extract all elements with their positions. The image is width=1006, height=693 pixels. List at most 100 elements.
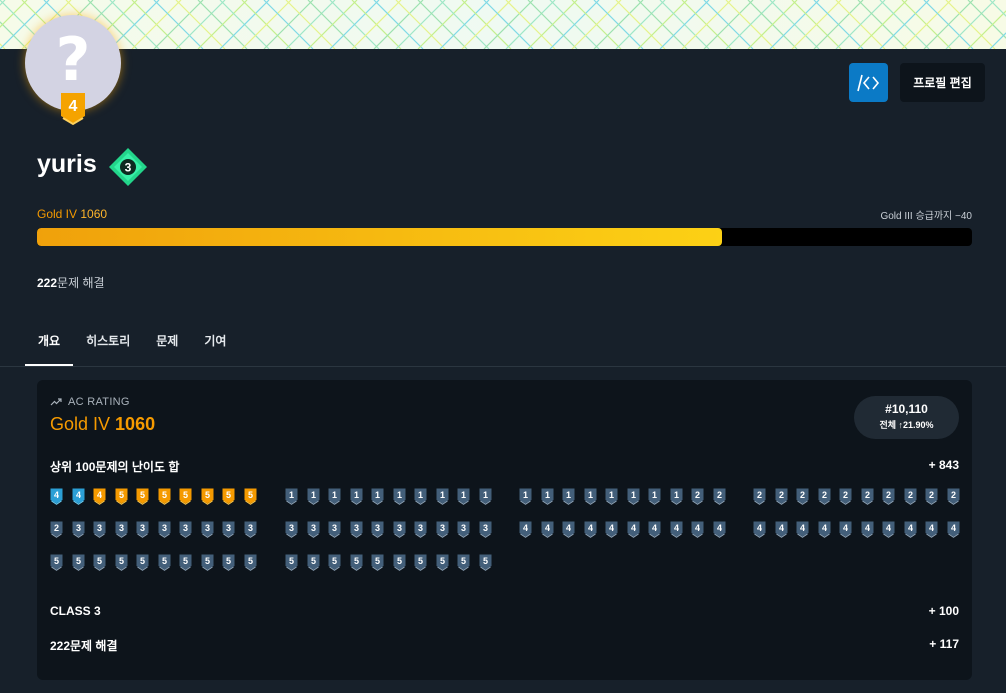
problem-tier-icon[interactable]: 1	[350, 488, 363, 505]
problem-tier-icon[interactable]: 5	[50, 554, 63, 571]
problem-tier-icon[interactable]: 1	[436, 488, 449, 505]
problem-tier-icon[interactable]: 3	[136, 521, 149, 538]
problem-tier-icon[interactable]: 4	[519, 521, 532, 538]
problem-tier-icon[interactable]: 2	[50, 521, 63, 538]
problem-tier-icon[interactable]: 1	[328, 488, 341, 505]
problem-tier-icon[interactable]: 2	[713, 488, 726, 505]
problem-tier-icon[interactable]: 5	[72, 554, 85, 571]
problem-tier-icon[interactable]: 1	[562, 488, 575, 505]
problem-tier-icon[interactable]: 3	[93, 521, 106, 538]
problem-tier-icon[interactable]: 5	[179, 488, 192, 505]
problem-tier-icon[interactable]: 3	[115, 521, 128, 538]
problem-tier-icon[interactable]: 1	[457, 488, 470, 505]
problem-tier-icon[interactable]: 5	[93, 554, 106, 571]
problem-tier-icon[interactable]: 3	[158, 521, 171, 538]
problem-tier-icon[interactable]: 5	[222, 488, 235, 505]
problem-tier-icon[interactable]: 5	[136, 554, 149, 571]
problem-tier-icon[interactable]: 5	[115, 554, 128, 571]
problem-tier-icon[interactable]: 3	[307, 521, 320, 538]
problem-tier-icon[interactable]: 3	[371, 521, 384, 538]
problem-tier-icon[interactable]: 4	[713, 521, 726, 538]
problem-tier-icon[interactable]: 3	[479, 521, 492, 538]
problem-tier-icon[interactable]: 4	[796, 521, 809, 538]
problem-tier-icon[interactable]: 4	[627, 521, 640, 538]
problem-tier-icon[interactable]: 1	[414, 488, 427, 505]
problem-tier-icon[interactable]: 2	[904, 488, 917, 505]
problem-tier-icon[interactable]: 4	[882, 521, 895, 538]
edit-profile-button[interactable]: 프로필 편집	[900, 63, 985, 102]
problem-tier-icon[interactable]: 3	[201, 521, 214, 538]
problem-tier-icon[interactable]: 3	[179, 521, 192, 538]
problem-tier-icon[interactable]: 5	[136, 488, 149, 505]
class-badge-icon[interactable]: 3	[108, 147, 148, 187]
code-profile-button[interactable]	[849, 63, 888, 102]
problem-tier-icon[interactable]: 5	[244, 554, 257, 571]
problem-tier-icon[interactable]: 2	[925, 488, 938, 505]
problem-tier-icon[interactable]: 4	[775, 521, 788, 538]
problem-tier-icon[interactable]: 1	[371, 488, 384, 505]
problem-tier-icon[interactable]: 4	[861, 521, 874, 538]
problem-tier-icon[interactable]: 5	[414, 554, 427, 571]
problem-tier-icon[interactable]: 2	[691, 488, 704, 505]
problem-tier-icon[interactable]: 5	[115, 488, 128, 505]
tab-history[interactable]: 히스토리	[73, 322, 143, 366]
problem-tier-icon[interactable]: 5	[158, 488, 171, 505]
problem-tier-icon[interactable]: 1	[519, 488, 532, 505]
problem-tier-icon[interactable]: 5	[457, 554, 470, 571]
tab-contributions[interactable]: 기여	[191, 322, 239, 366]
problem-tier-icon[interactable]: 5	[479, 554, 492, 571]
problem-tier-icon[interactable]: 1	[285, 488, 298, 505]
problem-tier-icon[interactable]: 4	[584, 521, 597, 538]
problem-tier-icon[interactable]: 3	[72, 521, 85, 538]
problem-tier-icon[interactable]: 2	[947, 488, 960, 505]
problem-tier-icon[interactable]: 4	[904, 521, 917, 538]
problem-tier-icon[interactable]: 4	[691, 521, 704, 538]
problem-tier-icon[interactable]: 2	[775, 488, 788, 505]
problem-tier-icon[interactable]: 5	[328, 554, 341, 571]
problem-tier-icon[interactable]: 5	[158, 554, 171, 571]
problem-tier-icon[interactable]: 4	[947, 521, 960, 538]
problem-tier-icon[interactable]: 5	[201, 488, 214, 505]
problem-tier-icon[interactable]: 4	[605, 521, 618, 538]
problem-tier-icon[interactable]: 5	[393, 554, 406, 571]
tab-overview[interactable]: 개요	[25, 322, 74, 366]
problem-tier-icon[interactable]: 4	[648, 521, 661, 538]
problem-tier-icon[interactable]: 2	[882, 488, 895, 505]
problem-tier-icon[interactable]: 3	[222, 521, 235, 538]
problem-tier-icon[interactable]: 3	[414, 521, 427, 538]
problem-tier-icon[interactable]: 5	[285, 554, 298, 571]
problem-tier-icon[interactable]: 4	[925, 521, 938, 538]
problem-tier-icon[interactable]: 5	[201, 554, 214, 571]
problem-tier-icon[interactable]: 4	[839, 521, 852, 538]
problem-tier-icon[interactable]: 2	[818, 488, 831, 505]
problem-tier-icon[interactable]: 1	[307, 488, 320, 505]
problem-tier-icon[interactable]: 5	[371, 554, 384, 571]
problem-tier-icon[interactable]: 5	[350, 554, 363, 571]
problem-tier-icon[interactable]: 3	[244, 521, 257, 538]
problem-tier-icon[interactable]: 4	[541, 521, 554, 538]
problem-tier-icon[interactable]: 1	[479, 488, 492, 505]
problem-tier-icon[interactable]: 5	[222, 554, 235, 571]
problem-tier-icon[interactable]: 2	[839, 488, 852, 505]
problem-tier-icon[interactable]: 4	[72, 488, 85, 505]
problem-tier-icon[interactable]: 5	[244, 488, 257, 505]
problem-tier-icon[interactable]: 4	[562, 521, 575, 538]
problem-tier-icon[interactable]: 1	[627, 488, 640, 505]
problem-tier-icon[interactable]: 1	[393, 488, 406, 505]
problem-tier-icon[interactable]: 1	[605, 488, 618, 505]
problem-tier-icon[interactable]: 3	[350, 521, 363, 538]
problem-tier-icon[interactable]: 1	[541, 488, 554, 505]
avatar[interactable]: ? 4	[25, 15, 121, 126]
problem-tier-icon[interactable]: 3	[436, 521, 449, 538]
problem-tier-icon[interactable]: 1	[670, 488, 683, 505]
problem-tier-icon[interactable]: 1	[584, 488, 597, 505]
problem-tier-icon[interactable]: 4	[670, 521, 683, 538]
problem-tier-icon[interactable]: 4	[818, 521, 831, 538]
problem-tier-icon[interactable]: 1	[648, 488, 661, 505]
problem-tier-icon[interactable]: 3	[285, 521, 298, 538]
problem-tier-icon[interactable]: 5	[436, 554, 449, 571]
problem-tier-icon[interactable]: 4	[50, 488, 63, 505]
problem-tier-icon[interactable]: 3	[393, 521, 406, 538]
problem-tier-icon[interactable]: 4	[93, 488, 106, 505]
rank-pill[interactable]: #10,110 전체 ↑21.90%	[854, 396, 959, 439]
